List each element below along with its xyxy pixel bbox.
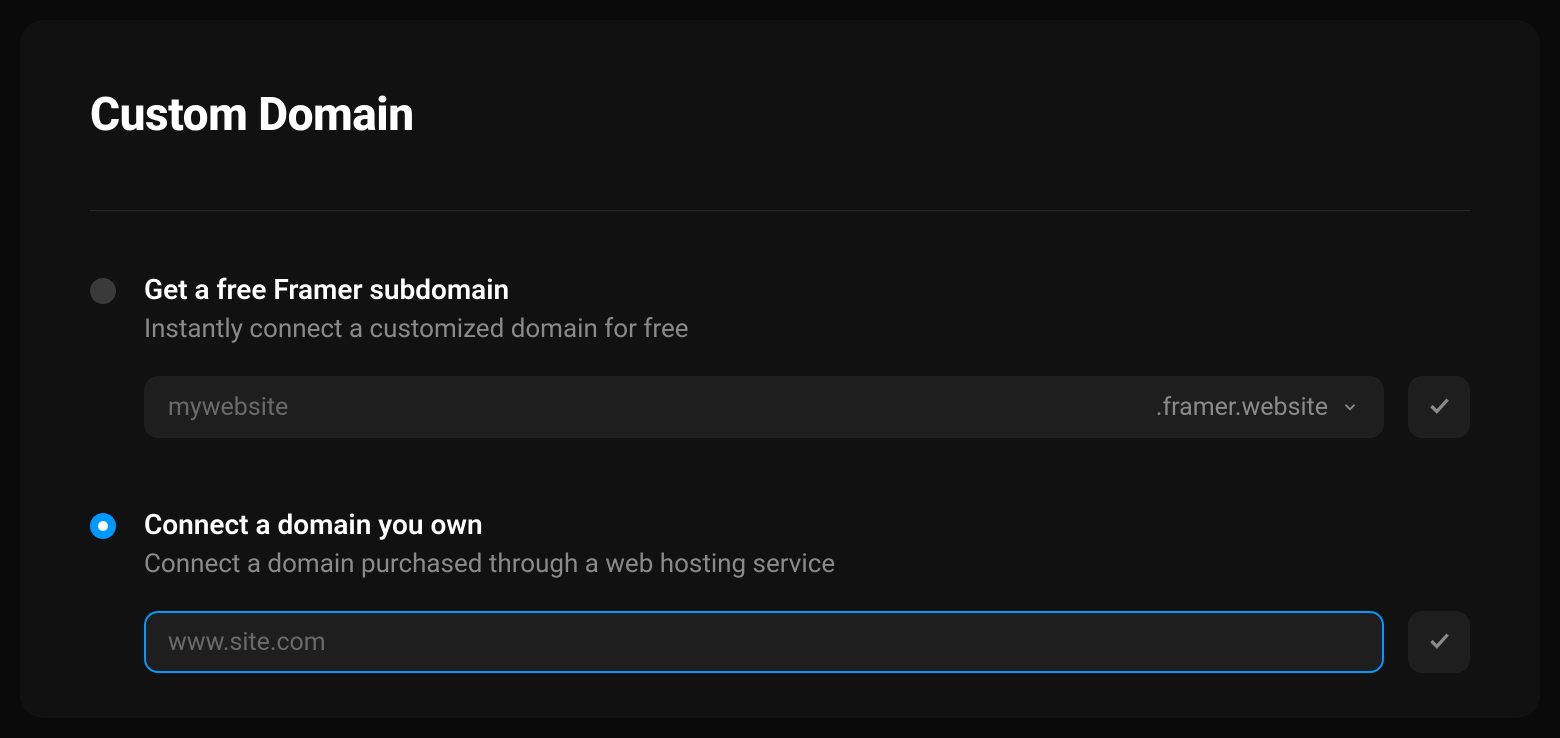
option-own-domain-title: Connect a domain you own bbox=[144, 508, 1470, 541]
check-icon bbox=[1426, 627, 1452, 657]
option-own-domain: Connect a domain you own Connect a domai… bbox=[90, 508, 1470, 673]
option-own-domain-content: Connect a domain you own Connect a domai… bbox=[144, 508, 1470, 673]
subdomain-suffix-dropdown[interactable]: .framer.website bbox=[1156, 393, 1360, 422]
own-domain-input-wrap bbox=[144, 611, 1384, 673]
option-subdomain-content: Get a free Framer subdomain Instantly co… bbox=[144, 273, 1470, 438]
own-domain-input[interactable] bbox=[168, 628, 1360, 657]
own-domain-confirm-button[interactable] bbox=[1408, 611, 1470, 673]
divider bbox=[90, 210, 1470, 211]
chevron-down-icon bbox=[1340, 397, 1360, 417]
page-title: Custom Domain bbox=[90, 88, 1470, 142]
own-domain-input-row bbox=[144, 611, 1470, 673]
subdomain-suffix-label: .framer.website bbox=[1156, 393, 1328, 422]
subdomain-confirm-button[interactable] bbox=[1408, 376, 1470, 438]
radio-subdomain[interactable] bbox=[90, 278, 116, 304]
option-own-domain-desc: Connect a domain purchased through a web… bbox=[144, 549, 1470, 579]
subdomain-input-row: .framer.website bbox=[144, 376, 1470, 438]
custom-domain-panel: Custom Domain Get a free Framer subdomai… bbox=[20, 20, 1540, 718]
option-subdomain-title: Get a free Framer subdomain bbox=[144, 273, 1470, 306]
option-subdomain: Get a free Framer subdomain Instantly co… bbox=[90, 273, 1470, 438]
subdomain-input[interactable] bbox=[168, 393, 1156, 422]
subdomain-input-wrap: .framer.website bbox=[144, 376, 1384, 438]
radio-own-domain[interactable] bbox=[90, 513, 116, 539]
check-icon bbox=[1426, 392, 1452, 422]
option-subdomain-desc: Instantly connect a customized domain fo… bbox=[144, 314, 1470, 344]
